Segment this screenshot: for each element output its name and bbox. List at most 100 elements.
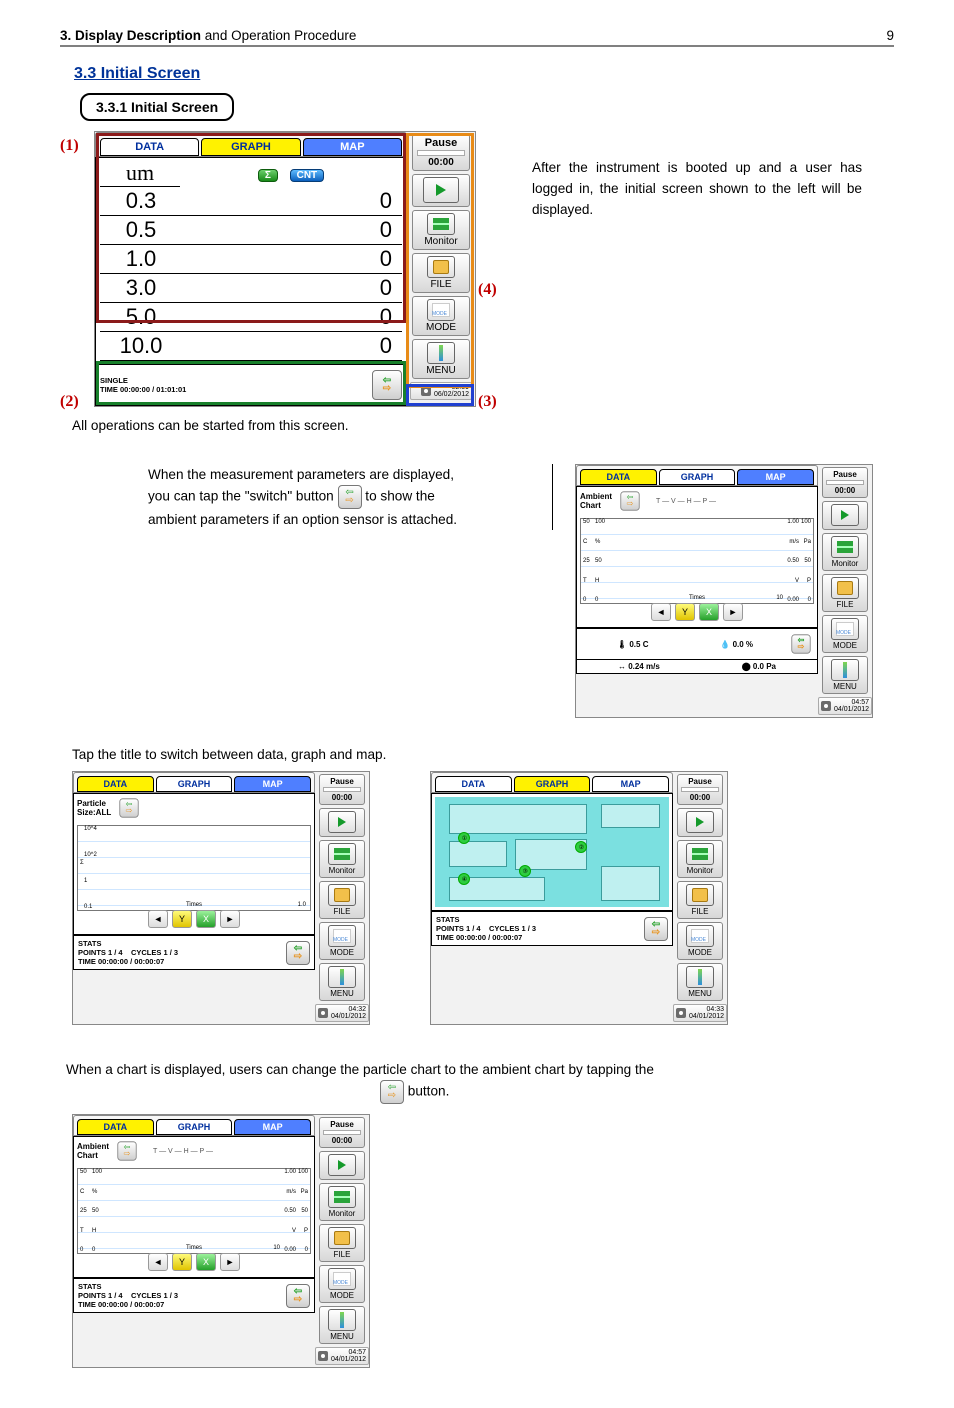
intro-text: After the instrument is booted up and a … xyxy=(532,157,862,220)
cnt-pill[interactable]: CNT xyxy=(290,169,325,182)
nav-y[interactable]: Y xyxy=(172,910,192,928)
particle-value: 0 xyxy=(182,216,402,245)
screenshot-ambient-top: DATA GRAPH MAP AmbientChart ⇦⇨ T — V — H… xyxy=(575,464,873,718)
nav-left[interactable]: ◄ xyxy=(148,1253,168,1271)
swap-button[interactable]: ⇦⇨ xyxy=(620,491,639,510)
tab-map[interactable]: MAP xyxy=(737,469,814,485)
menu-button[interactable]: MENU xyxy=(822,656,868,694)
chart-switch-text: When a chart is displayed, users can cha… xyxy=(66,1059,894,1080)
swap-button[interactable]: ⇦⇨ xyxy=(120,799,139,818)
file-button[interactable]: FILE xyxy=(319,881,365,919)
file-button[interactable]: FILE xyxy=(319,1224,365,1262)
page-header: 3. Display Description and Operation Pro… xyxy=(60,28,894,47)
callout-2: (2) xyxy=(60,393,94,411)
tab-data[interactable]: DATA xyxy=(77,1119,154,1135)
nav-left[interactable]: ◄ xyxy=(148,910,168,928)
callout-4: (4) xyxy=(478,281,512,299)
stats-mode: SINGLE xyxy=(100,376,186,385)
monitor-button[interactable]: Monitor xyxy=(319,840,365,878)
callout-1: (1) xyxy=(60,137,94,155)
tab-map[interactable]: MAP xyxy=(234,776,311,792)
tab-data[interactable]: DATA xyxy=(100,138,199,156)
nav-y[interactable]: Y xyxy=(172,1253,192,1271)
nav-right[interactable]: ► xyxy=(220,910,240,928)
mode-button[interactable]: MODE xyxy=(412,296,470,336)
particle-value: 0 xyxy=(182,187,402,216)
tab-graph[interactable]: GRAPH xyxy=(201,138,300,156)
menu-button[interactable]: MENU xyxy=(319,1306,365,1344)
section-heading: 3.3 Initial Screen xyxy=(74,65,894,83)
mode-button[interactable]: MODE xyxy=(677,922,723,960)
page-number: 9 xyxy=(886,28,894,43)
pause-card[interactable]: Pause00:00 xyxy=(319,1117,365,1148)
tab-map[interactable]: MAP xyxy=(592,776,669,792)
pause-card[interactable]: Pause00:00 xyxy=(822,467,868,498)
menu-button[interactable]: MENU xyxy=(412,339,470,379)
swap-button[interactable]: ⇦⇨ xyxy=(372,370,402,400)
chart-legend: T — V — H — P — xyxy=(153,1148,213,1155)
menu-button[interactable]: MENU xyxy=(677,963,723,1001)
swap-button[interactable]: ⇦⇨ xyxy=(644,917,668,941)
swap-icon-inline: ⇦⇨ xyxy=(380,1080,404,1104)
tab-graph[interactable]: GRAPH xyxy=(156,1119,233,1135)
particle-table: 0.300.501.003.005.0010.00 xyxy=(100,187,402,361)
subsection-heading: 3.3.1 Initial Screen xyxy=(80,93,234,121)
particle-size: 0.3 xyxy=(100,187,182,216)
monitor-button[interactable]: Monitor xyxy=(412,210,470,250)
monitor-button[interactable]: Monitor xyxy=(677,840,723,878)
particle-chart-area: 10^410^210.1 Σ Times 1.0 ◄ Y X ► xyxy=(77,825,311,911)
particle-value: 0 xyxy=(182,245,402,274)
menu-button[interactable]: MENU xyxy=(319,963,365,1001)
swap-button[interactable]: ⇦⇨ xyxy=(286,1284,310,1308)
file-button[interactable]: FILE xyxy=(677,881,723,919)
map-area[interactable]: ① ② ③ ④ xyxy=(435,797,669,907)
nav-right[interactable]: ► xyxy=(220,1253,240,1271)
play-button[interactable] xyxy=(822,501,868,530)
sigma-pill[interactable]: Σ xyxy=(258,169,278,182)
nav-x[interactable]: X xyxy=(699,603,719,621)
swap-button[interactable]: ⇦⇨ xyxy=(117,1142,136,1161)
screenshot-particle-graph: DATA GRAPH MAP ParticleSize:ALL ⇦⇨ 10^41… xyxy=(72,771,370,1025)
file-button[interactable]: FILE xyxy=(822,574,868,612)
file-button[interactable]: FILE xyxy=(412,253,470,293)
callout-3: (3) xyxy=(478,393,512,411)
header-section-bold: 3. Display Description xyxy=(60,28,201,43)
pause-card[interactable]: Pause00:00 xyxy=(677,774,723,805)
particle-size: 10.0 xyxy=(100,332,182,361)
nav-y[interactable]: Y xyxy=(675,603,695,621)
tab-map[interactable]: MAP xyxy=(234,1119,311,1135)
particle-value: 0 xyxy=(182,274,402,303)
tab-data[interactable]: DATA xyxy=(435,776,512,792)
particle-size: 3.0 xyxy=(100,274,182,303)
swap-button[interactable]: ⇦⇨ xyxy=(791,634,810,653)
chart-legend: T — V — H — P — xyxy=(656,498,716,505)
ambient-chart-area: 50C25T0 100%50H0 1.00m/s0.50V0.00 100Pa5… xyxy=(77,1168,311,1254)
nav-x[interactable]: X xyxy=(196,1253,216,1271)
particle-size: 1.0 xyxy=(100,245,182,274)
tab-data[interactable]: DATA xyxy=(77,776,154,792)
nav-right[interactable]: ► xyxy=(723,603,743,621)
play-button[interactable] xyxy=(319,1151,365,1180)
tab-graph[interactable]: GRAPH xyxy=(659,469,736,485)
tab-graph[interactable]: GRAPH xyxy=(514,776,591,792)
mode-button[interactable]: MODE xyxy=(319,922,365,960)
monitor-button[interactable]: Monitor xyxy=(319,1183,365,1221)
play-button[interactable] xyxy=(677,808,723,837)
pause-card[interactable]: Pause00:00 xyxy=(319,774,365,805)
pause-card[interactable]: Pause 00:00 xyxy=(412,134,470,171)
swap-button[interactable]: ⇦⇨ xyxy=(286,941,310,965)
tab-graph[interactable]: GRAPH xyxy=(156,776,233,792)
stats-time: TIME 00:00:00 / 01:01:01 xyxy=(100,385,186,394)
tab-data[interactable]: DATA xyxy=(580,469,657,485)
monitor-button[interactable]: Monitor xyxy=(822,533,868,571)
tap-title-text: Tap the title to switch between data, gr… xyxy=(72,744,894,765)
ambient-chart-area: 50C25T0 100%50H0 1.00m/s0.50V0.00 100Pa5… xyxy=(580,518,814,604)
mode-button[interactable]: MODE xyxy=(822,615,868,653)
tab-map[interactable]: MAP xyxy=(303,138,402,156)
nav-x[interactable]: X xyxy=(196,910,216,928)
play-button[interactable] xyxy=(319,808,365,837)
all-ops-text: All operations can be started from this … xyxy=(72,415,894,436)
mode-button[interactable]: MODE xyxy=(319,1265,365,1303)
nav-left[interactable]: ◄ xyxy=(651,603,671,621)
play-button[interactable] xyxy=(412,174,470,207)
